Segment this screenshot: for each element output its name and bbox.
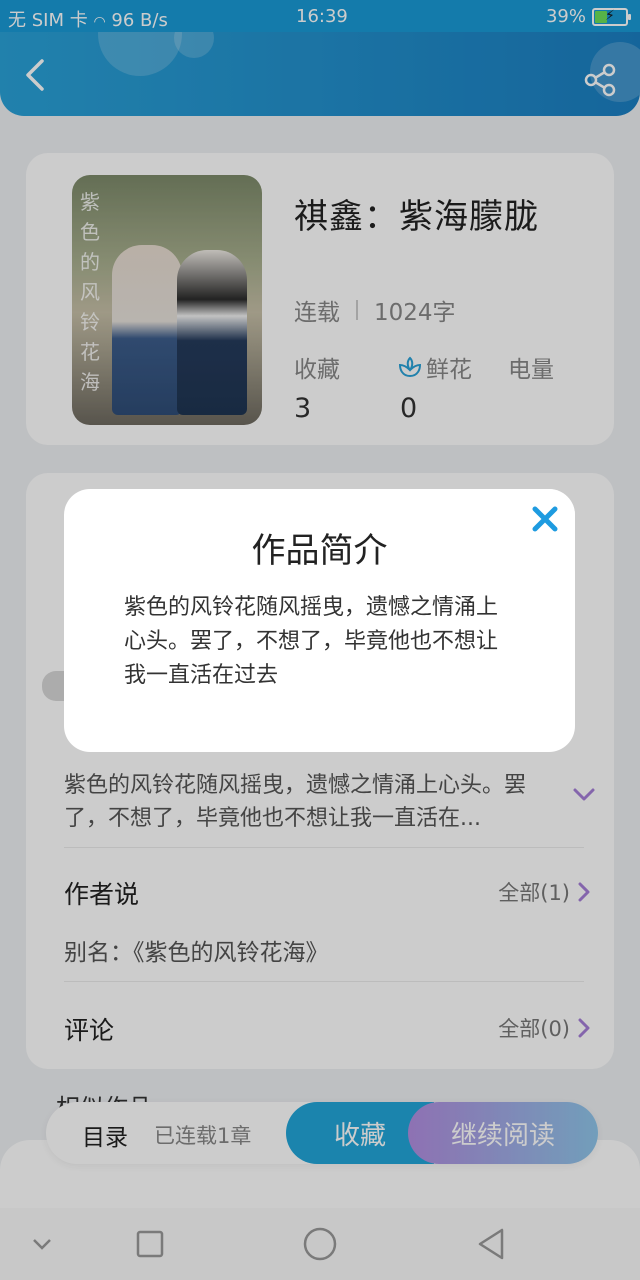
modal-title: 作品简介 [251,531,388,571]
intro-modal: 作品简介 紫色的风铃花随风摇曳，遗憾之情涌上心头。罢了，不想了，毕竟他也不想让我… [64,489,575,752]
modal-body: 紫色的风铃花随风摇曳，遗憾之情涌上心头。罢了，不想了，毕竟他也不想让我一直活在过… [124,595,499,688]
